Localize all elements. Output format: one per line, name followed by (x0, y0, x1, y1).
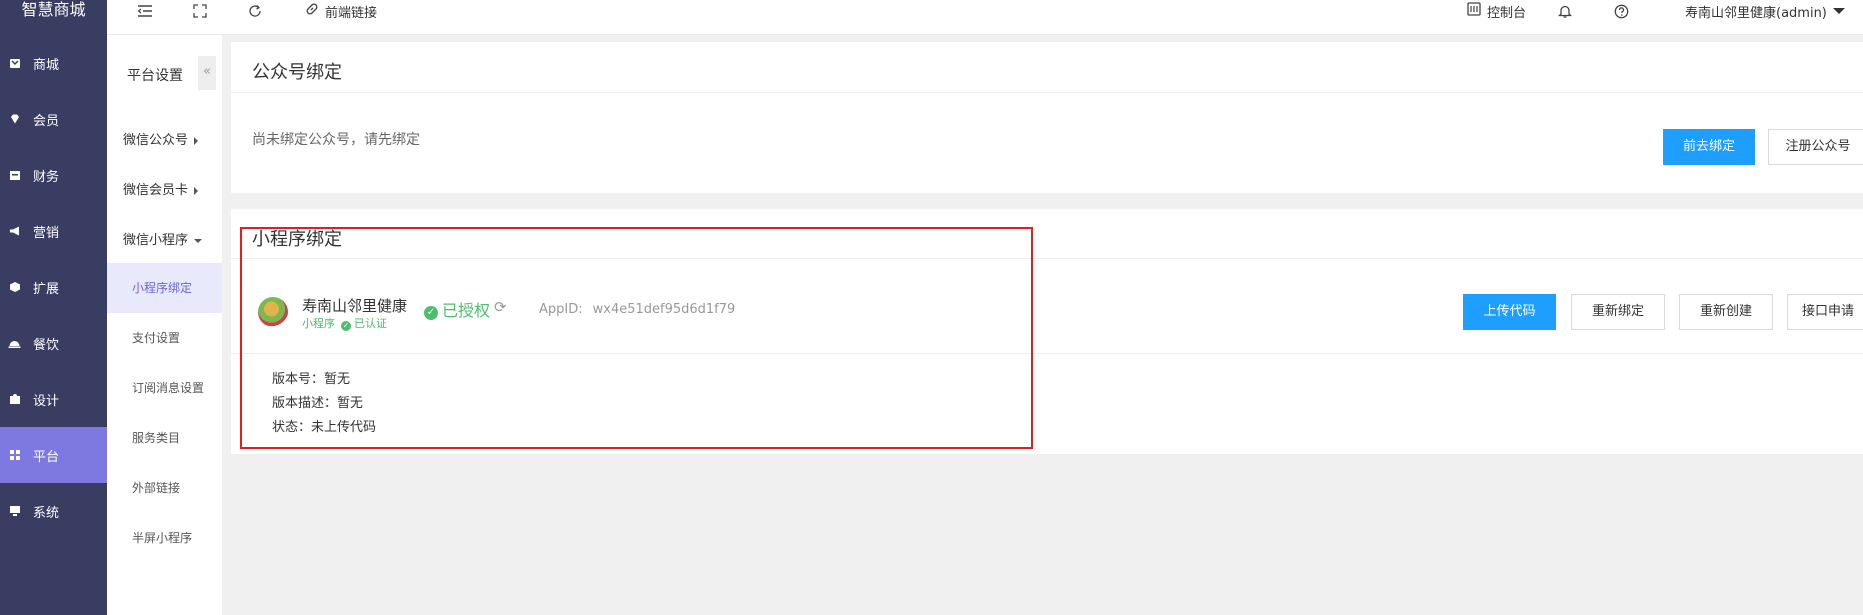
bind-official-button[interactable]: 前去绑定 (1663, 129, 1755, 165)
submenu-group-label: 微信小程序 (123, 233, 189, 248)
submenu-title: 平台设置 (127, 68, 183, 84)
frontend-link-label: 前端链接 (325, 5, 378, 21)
grid-icon (8, 449, 21, 462)
sidebar-item-label: 餐饮 (33, 337, 60, 353)
sidebar-item-label: 财务 (33, 169, 60, 185)
caret-down-icon (194, 238, 203, 243)
sidebar-item-finance[interactable]: 财务 (0, 147, 107, 203)
submenu-item-miniprogram-bind[interactable]: 小程序绑定 (107, 263, 222, 313)
help-icon[interactable] (1614, 0, 1629, 22)
cube-icon (8, 281, 21, 294)
submenu-item-external-link[interactable]: 外部链接 (107, 463, 222, 513)
submenu-item-service-category[interactable]: 服务类目 (107, 413, 222, 463)
submenu-group-label: 微信公众号 (123, 133, 189, 148)
link-icon (305, 2, 319, 20)
sidebar-item-label: 营销 (33, 225, 60, 241)
sidebar-item-design[interactable]: 设计 (0, 371, 107, 427)
upload-code-button[interactable]: 上传代码 (1463, 294, 1556, 330)
sidebar-item-member[interactable]: 会员 (0, 91, 107, 147)
console-icon (1467, 2, 1481, 20)
unbound-hint: 尚未绑定公众号，请先绑定 (252, 132, 420, 148)
chevron-down-icon (1832, 8, 1845, 14)
highlight-box (240, 227, 1033, 449)
register-official-button[interactable]: 注册公众号 (1768, 129, 1863, 165)
secondary-sidebar: 平台设置 « 微信公众号 微信会员卡 微信小程序 小程序绑定 支付设置 订阅消息… (107, 35, 222, 615)
submenu-group-wechat-card[interactable]: 微信会员卡 (123, 179, 199, 198)
megaphone-icon (8, 225, 21, 238)
brand-logo: 智慧商城 (21, 0, 86, 19)
store-icon (8, 57, 21, 70)
submenu-item-subscribe-message[interactable]: 订阅消息设置 (107, 363, 222, 413)
submenu-item-half-screen[interactable]: 半屏小程序 (107, 513, 222, 563)
sidebar-item-store[interactable]: 商城 (0, 35, 107, 91)
sidebar-item-platform[interactable]: 平台 (0, 427, 107, 483)
diamond-icon (8, 113, 21, 126)
caret-right-icon (194, 186, 199, 195)
top-bar: 前端链接 控制台 寿南山邻里健康(admin) (107, 0, 1863, 35)
sidebar-item-label: 设计 (33, 393, 60, 409)
api-apply-button[interactable]: 接口申请 (1787, 294, 1863, 330)
card-title: 公众号绑定 (252, 62, 342, 83)
fullscreen-icon[interactable] (193, 0, 207, 22)
monitor-icon (8, 505, 21, 518)
user-name: 寿南山邻里健康(admin) (1685, 5, 1827, 21)
sidebar-item-extend[interactable]: 扩展 (0, 259, 107, 315)
menu-fold-icon[interactable] (137, 0, 153, 22)
sidebar-item-marketing[interactable]: 营销 (0, 203, 107, 259)
official-account-card: 公众号绑定 尚未绑定公众号，请先绑定 前去绑定 注册公众号 (231, 42, 1863, 193)
submenu-item-payment[interactable]: 支付设置 (107, 313, 222, 363)
rebind-button[interactable]: 重新绑定 (1571, 294, 1665, 330)
divider (231, 92, 1863, 93)
sidebar-item-system[interactable]: 系统 (0, 483, 107, 539)
refresh-icon[interactable] (248, 0, 262, 22)
puzzle-icon (8, 393, 21, 406)
sidebar-item-label: 系统 (33, 505, 60, 521)
console-link[interactable]: 控制台 (1467, 0, 1526, 22)
caret-right-icon (194, 136, 199, 145)
collapse-icon[interactable]: « (198, 56, 216, 90)
frontend-link[interactable]: 前端链接 (305, 0, 377, 22)
wallet-icon (8, 169, 21, 182)
submenu-group-wechat-mini[interactable]: 微信小程序 (123, 229, 203, 248)
submenu-group-label: 微信会员卡 (123, 183, 189, 198)
bell-icon[interactable] (1558, 0, 1572, 22)
sidebar-item-label: 平台 (33, 449, 60, 465)
recreate-button[interactable]: 重新创建 (1679, 294, 1773, 330)
sidebar-item-label: 商城 (33, 57, 60, 73)
sidebar-item-catering[interactable]: 餐饮 (0, 315, 107, 371)
dish-icon (8, 337, 21, 350)
sidebar-item-label: 会员 (33, 113, 60, 129)
submenu-group-wechat-official[interactable]: 微信公众号 (123, 129, 199, 148)
console-label: 控制台 (1487, 5, 1527, 21)
main-sidebar: 智慧商城 商城 会员 财务 营销 扩展 餐饮 设计 平台 系统 (0, 0, 107, 615)
user-menu[interactable]: 寿南山邻里健康(admin) (1685, 0, 1845, 22)
sidebar-item-label: 扩展 (33, 281, 60, 297)
